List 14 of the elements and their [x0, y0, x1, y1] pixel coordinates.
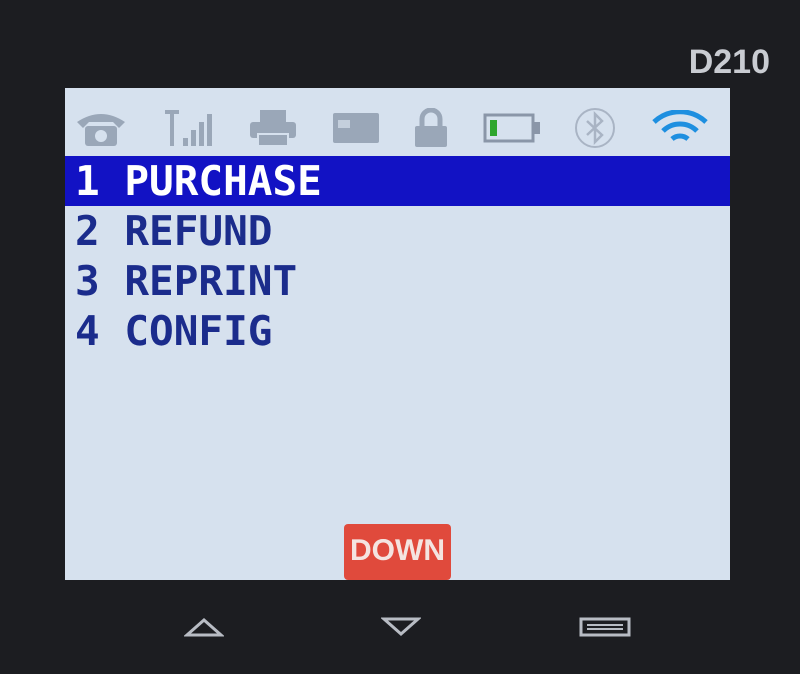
battery-icon — [482, 113, 541, 143]
menu-icon[interactable] — [579, 617, 632, 637]
bluetooth-icon — [574, 107, 616, 149]
down-triangle-icon[interactable] — [381, 617, 422, 637]
menu-item[interactable]: 4 CONFIG — [65, 306, 730, 356]
printer-icon — [248, 108, 298, 148]
signal-icon — [162, 108, 215, 148]
menu-item[interactable]: 2 REFUND — [65, 206, 730, 256]
lock-icon — [413, 108, 450, 148]
card-icon — [332, 112, 380, 144]
menu-item[interactable]: 3 REPRINT — [65, 256, 730, 306]
up-triangle-icon[interactable] — [184, 617, 224, 637]
menu-item[interactable]: 1 PURCHASE — [65, 156, 730, 206]
model-label: D210 — [688, 43, 770, 82]
